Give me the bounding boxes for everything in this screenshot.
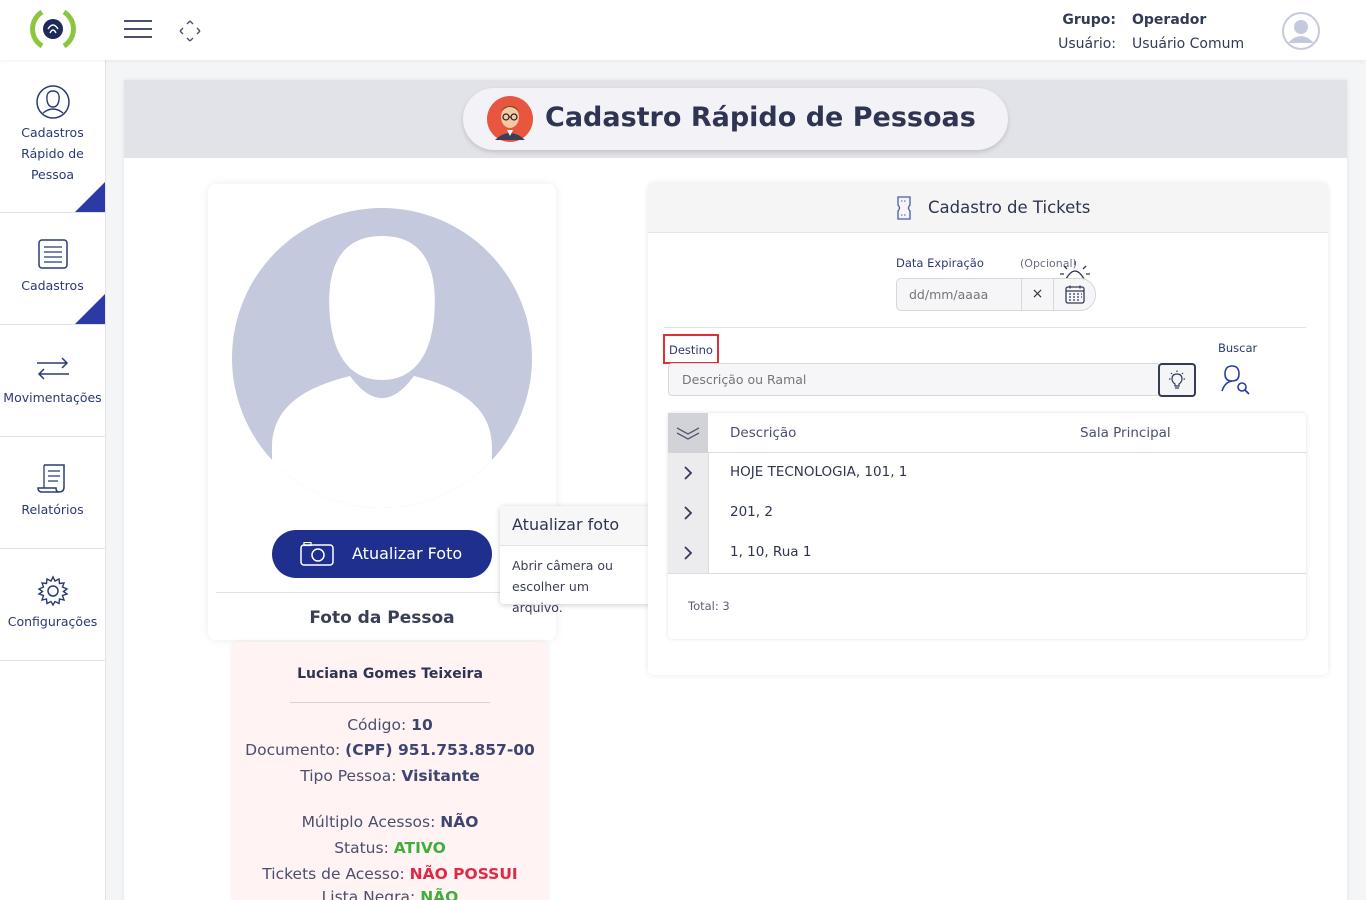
active-corner-marker (75, 182, 105, 212)
row-descricao: 201, 2 (730, 504, 773, 520)
table-header: Descrição Sala Principal (668, 413, 1306, 453)
column-header-sala-principal[interactable]: Sala Principal (1080, 425, 1171, 441)
page-title-pill: Cadastro Rápido de Pessoas (463, 88, 1008, 150)
chevron-double-down-icon (676, 427, 700, 440)
sidebar-item-configuracoes[interactable]: Configurações (0, 549, 105, 661)
main-content: Cadastro Rápido de Pessoas Atualizar Fot… (124, 80, 1347, 900)
user-label: Usuário: (1058, 36, 1116, 52)
row-descricao: HOJE TECNOLOGIA, 101, 1 (730, 464, 908, 480)
calendar-button[interactable] (1053, 279, 1095, 310)
arrows-exchange-icon (36, 357, 69, 380)
lista-negra-line: Lista Negra: NÃO (232, 888, 548, 900)
expand-all-button[interactable] (668, 413, 708, 453)
tipo-label: Tipo Pessoa: (300, 767, 397, 785)
tickets-panel: Cadastro de Tickets Data Expiração (Opci… (648, 183, 1328, 675)
column-header-descricao[interactable]: Descrição (730, 425, 796, 441)
tickets-label: Tickets de Acesso: (262, 865, 405, 883)
tickets-line: Tickets de Acesso: NÃO POSSUI (232, 865, 548, 883)
user-value: Usuário Comum (1132, 36, 1245, 52)
lista-negra-value: NÃO (420, 888, 459, 900)
suggestion-button[interactable] (1158, 363, 1196, 397)
clear-date-button[interactable]: × (1021, 279, 1053, 310)
status-line: Status: ATIVO (232, 839, 548, 857)
chevron-right-icon[interactable] (678, 503, 698, 523)
sidebar-item-label: Cadastros Rápido de Pessoa (21, 125, 84, 182)
update-photo-tooltip: Atualizar foto Abrir câmera ou escolher … (500, 506, 653, 615)
sidebar-item-label: Movimentações (3, 390, 102, 405)
destinos-table: Descrição Sala Principal HOJE TECNOLOGIA… (668, 413, 1306, 639)
row-descricao: 1, 10, Rua 1 (730, 544, 812, 560)
tooltip-title: Atualizar foto (500, 506, 653, 546)
person-circle-icon (35, 85, 70, 119)
sidebar-item-relatorios[interactable]: Relatórios (0, 437, 105, 549)
codigo-value: 10 (411, 716, 433, 734)
tickets-value: NÃO POSSUI (409, 865, 518, 883)
group-label: Grupo: (1062, 12, 1116, 28)
chevron-right-icon[interactable] (678, 543, 698, 563)
status-label: Status: (334, 839, 389, 857)
documento-line: Documento: (CPF) 951.753.857-00 (232, 741, 548, 759)
table-row[interactable]: 1, 10, Rua 1 (668, 533, 1306, 573)
top-bar: Grupo: Operador Usuário: Usuário Comum (0, 0, 1366, 60)
search-person-icon[interactable] (1220, 363, 1252, 395)
data-expiracao-label: Data Expiração (896, 256, 984, 270)
gear-icon (36, 575, 69, 607)
person-avatar-icon (487, 96, 533, 142)
divider (290, 702, 490, 703)
user-avatar-icon[interactable] (1282, 12, 1320, 50)
calendar-icon (1065, 285, 1085, 304)
multiplo-line: Múltiplo Acessos: NÃO (232, 813, 548, 831)
documento-label: Documento: (245, 741, 341, 759)
tooltip-body: Abrir câmera ou escolher um arquivo. (512, 558, 613, 615)
sidebar-item-cadastro-rapido[interactable]: Cadastros Rápido de Pessoa (0, 60, 105, 213)
tipo-line: Tipo Pessoa: Visitante (232, 767, 548, 785)
codigo-label: Código: (347, 716, 407, 734)
ticket-icon (897, 196, 911, 220)
page-header-band: Cadastro Rápido de Pessoas (124, 80, 1347, 158)
divider (664, 327, 1306, 328)
multiplo-label: Múltiplo Acessos: (301, 813, 436, 831)
menu-toggle-icon[interactable] (124, 20, 152, 42)
tipo-value: Visitante (401, 767, 480, 785)
tickets-panel-title: Cadastro de Tickets (928, 198, 1091, 217)
lightbulb-icon (1169, 370, 1185, 389)
buscar-label: Buscar (1218, 341, 1258, 355)
multiplo-value: NÃO (440, 813, 479, 831)
group-value: Operador (1132, 12, 1207, 28)
status-value: ATIVO (393, 839, 446, 857)
report-scroll-icon (36, 464, 65, 493)
active-corner-marker (75, 294, 105, 324)
document-list-icon (37, 239, 68, 269)
sidebar-item-label: Configurações (7, 614, 98, 629)
divider (216, 592, 548, 593)
date-expiracao-input[interactable] (897, 279, 1021, 310)
fingerprint-logo-icon[interactable] (28, 6, 78, 52)
destino-label: Destino (663, 334, 719, 364)
tickets-panel-header: Cadastro de Tickets (648, 183, 1328, 233)
update-photo-button[interactable]: Atualizar Foto (272, 530, 492, 578)
fullscreen-move-icon[interactable] (178, 19, 202, 43)
person-name: Luciana Gomes Teixeira (297, 666, 483, 682)
documento-value: (CPF) 951.753.857-00 (345, 741, 535, 759)
codigo-line: Código: 10 (232, 716, 548, 734)
table-row[interactable]: 201, 2 (668, 493, 1306, 533)
person-placeholder-icon (232, 208, 532, 508)
camera-icon (300, 542, 334, 566)
sidebar-item-label: Cadastros (21, 278, 84, 293)
lista-negra-label: Lista Negra: (321, 888, 416, 900)
divider (668, 573, 1306, 574)
table-total: Total: 3 (688, 599, 730, 613)
date-expiracao-group: × (896, 278, 1096, 311)
table-row[interactable]: HOJE TECNOLOGIA, 101, 1 (668, 453, 1306, 493)
person-info-card: Luciana Gomes Teixeira Código: 10 Docume… (232, 642, 548, 900)
sidebar-item-movimentacoes[interactable]: Movimentações (0, 325, 105, 437)
chevron-right-icon[interactable] (678, 463, 698, 483)
sidebar-item-cadastros[interactable]: Cadastros (0, 213, 105, 325)
sidebar-item-label: Relatórios (21, 502, 84, 517)
sidebar: Cadastros Rápido de Pessoa Cadastros Mov… (0, 60, 106, 900)
destino-input[interactable] (668, 363, 1160, 396)
update-photo-button-label: Atualizar Foto (352, 544, 463, 563)
user-info: Grupo: Operador Usuário: Usuário Comum (1040, 8, 1244, 56)
page-title: Cadastro Rápido de Pessoas (545, 102, 976, 133)
